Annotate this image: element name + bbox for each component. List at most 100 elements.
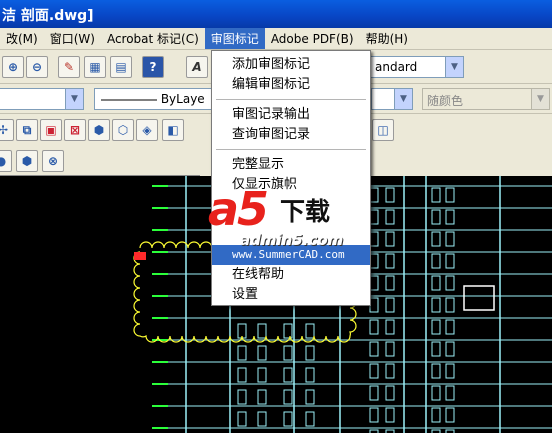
cad-window	[369, 253, 379, 269]
cad-window	[369, 297, 379, 313]
text-style-button[interactable]: A	[186, 56, 208, 78]
cad-window	[445, 187, 455, 203]
cad-window	[385, 407, 395, 423]
cad-window	[257, 323, 267, 339]
design-center-button[interactable]: ▦	[84, 56, 106, 78]
cad-window	[431, 187, 441, 203]
cad-window	[369, 209, 379, 225]
menu-item-query-records[interactable]: 查询审图记录	[212, 125, 370, 145]
lineweight-combo[interactable]: ▼	[371, 88, 413, 110]
cad-window	[445, 253, 455, 269]
array-button[interactable]: ▣	[40, 119, 62, 141]
cad-window	[369, 187, 379, 203]
move-button[interactable]: ✢	[0, 119, 14, 141]
menu-window[interactable]: 窗口(W)	[44, 28, 101, 49]
cad-window	[445, 363, 455, 379]
cad-window	[385, 209, 395, 225]
layer-combo[interactable]: ▼	[0, 88, 84, 110]
window-title: 洁 剖面.dwg]	[0, 0, 552, 28]
linetype-combo[interactable]: ByLaye	[94, 88, 214, 110]
cad-window	[283, 345, 293, 361]
menu-acrobat-markup[interactable]: Acrobat 标记(C)	[101, 28, 205, 49]
menu-adobe-pdf[interactable]: Adobe PDF(B)	[265, 29, 360, 49]
zoom-previous-button[interactable]: ⊖	[26, 56, 48, 78]
dropdown-arrow-icon: ▼	[394, 89, 412, 109]
cad-window	[385, 187, 395, 203]
menu-item-export-records[interactable]: 审图记录输出	[212, 105, 370, 125]
cad-window	[369, 385, 379, 401]
menu-item-settings[interactable]: 设置	[212, 285, 370, 305]
match-properties-button[interactable]: ✎	[58, 56, 80, 78]
stretch-icon: ⬡	[117, 123, 129, 137]
watermark-site-text: admin5.com	[240, 231, 344, 249]
menu-item-edit-markup[interactable]: 编辑审图标记	[212, 75, 370, 95]
zoom-previous-icon: ⊖	[31, 60, 43, 74]
menu-item-full-display[interactable]: 完整显示	[212, 155, 370, 175]
orbit-button[interactable]: ⊗	[42, 150, 64, 172]
text-style-value: andard	[375, 60, 418, 74]
cad-window	[283, 367, 293, 383]
trim-icon: ◈	[142, 123, 152, 137]
plot-style-combo[interactable]: 随颜色 ▼	[422, 88, 550, 110]
menu-help[interactable]: 帮助(H)	[360, 28, 414, 49]
linetype-value: ByLaye	[160, 92, 205, 106]
cad-window	[237, 389, 247, 405]
trim-button[interactable]: ◈	[136, 119, 158, 141]
cad-window	[431, 275, 441, 291]
watermark-download-text: 下载	[280, 197, 331, 226]
text-style-icon: A	[192, 60, 202, 74]
cad-window	[257, 345, 267, 361]
cube-icon: ⬢	[21, 154, 33, 168]
menu-modify[interactable]: 改(M)	[0, 28, 44, 49]
sphere-icon: ●	[0, 154, 7, 168]
copy-button[interactable]: ⧉	[16, 119, 38, 141]
help-button[interactable]: ?	[142, 56, 164, 78]
cad-window	[237, 367, 247, 383]
sphere-button[interactable]: ●	[0, 150, 12, 172]
cad-window	[431, 385, 441, 401]
cad-box	[463, 285, 495, 311]
cad-window	[445, 231, 455, 247]
cad-window	[369, 341, 379, 357]
cad-window	[369, 407, 379, 423]
dropdown-arrow-icon: ▼	[531, 89, 549, 109]
box-3d-button[interactable]: ⬢	[16, 150, 38, 172]
break-button[interactable]: ◫	[372, 119, 394, 141]
zoom-realtime-button[interactable]: ⊕	[2, 56, 24, 78]
cad-window	[445, 209, 455, 225]
menu-item-add-markup[interactable]: 添加审图标记	[212, 55, 370, 75]
cad-window	[445, 275, 455, 291]
a5-watermark-logo: a5 下载 admin5.com	[204, 184, 354, 250]
cad-window	[305, 345, 315, 361]
cad-window	[385, 275, 395, 291]
cad-window	[431, 209, 441, 225]
cad-window	[257, 411, 267, 427]
menu-separator	[216, 99, 366, 100]
properties-button[interactable]: ▤	[110, 56, 132, 78]
stretch-button[interactable]: ⬡	[112, 119, 134, 141]
menu-item-online-help[interactable]: 在线帮助	[212, 265, 370, 285]
menu-separator	[216, 149, 366, 150]
cad-window	[431, 407, 441, 423]
rotate-icon: ⊠	[69, 123, 81, 137]
paint-icon: ✎	[63, 60, 75, 74]
scale-button[interactable]: ⬢	[88, 119, 110, 141]
extend-icon: ◧	[167, 123, 179, 137]
cad-window	[385, 231, 395, 247]
rotate-button[interactable]: ⊠	[64, 119, 86, 141]
cad-window	[237, 323, 247, 339]
solids-toolbar: ● ⬢ ⊗	[0, 146, 200, 176]
help-icon: ?	[149, 60, 157, 74]
cad-window	[445, 297, 455, 313]
text-style-combo[interactable]: andard ▼	[370, 56, 464, 78]
cad-window	[431, 253, 441, 269]
menu-review-markup[interactable]: 审图标记	[204, 28, 265, 49]
dropdown-arrow-icon: ▼	[445, 57, 463, 77]
array-icon: ▣	[45, 123, 57, 137]
cad-window	[369, 363, 379, 379]
menu-bar: 改(M) 窗口(W) Acrobat 标记(C) 审图标记 Adobe PDF(…	[0, 28, 552, 50]
cad-window	[431, 231, 441, 247]
dropdown-arrow-icon: ▼	[65, 89, 83, 109]
extend-button[interactable]: ◧	[162, 119, 184, 141]
line-sample-icon	[101, 99, 157, 100]
